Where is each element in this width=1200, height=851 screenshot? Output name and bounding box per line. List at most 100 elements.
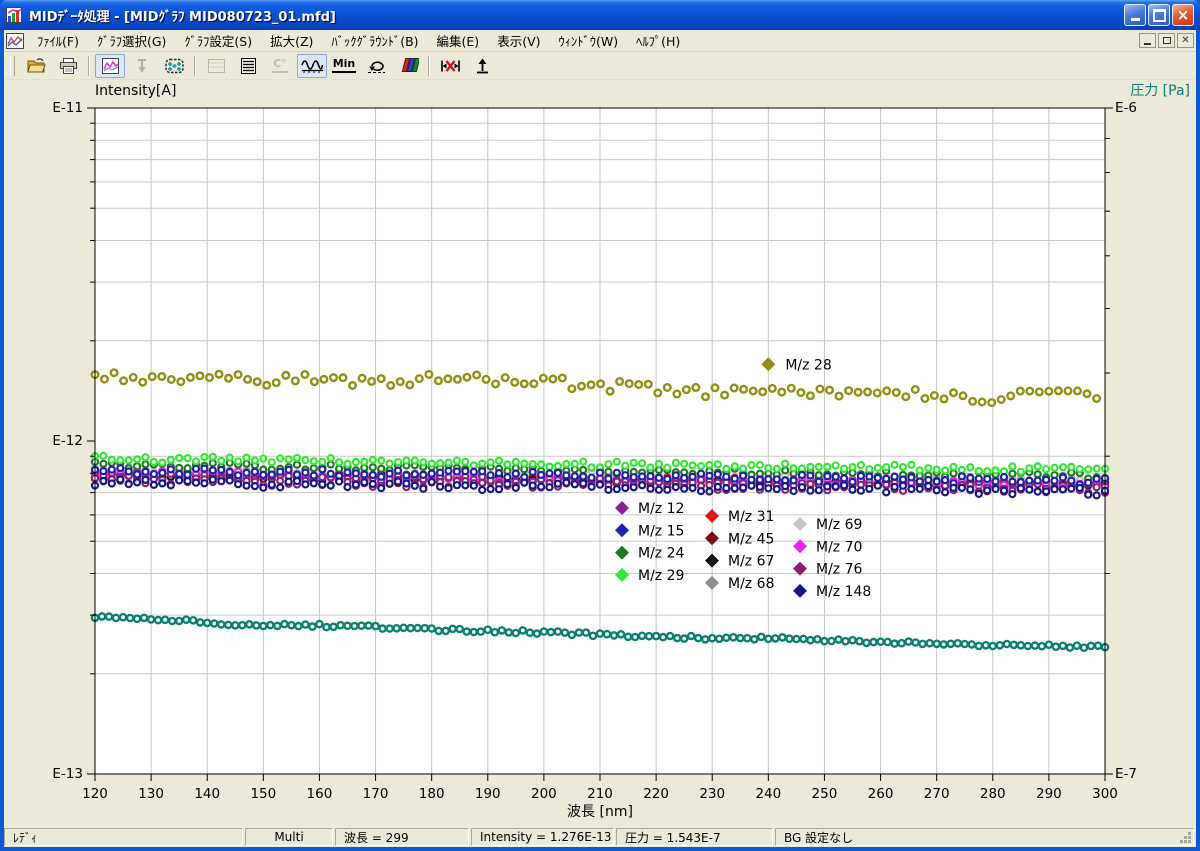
chart-client-area: E-11E-12E-13E-6E-71201301401501601701801… — [4, 80, 1196, 827]
fit-view-icon — [164, 58, 185, 74]
svg-text:M/z 148: M/z 148 — [816, 584, 871, 600]
x-tick-label: 170 — [363, 786, 389, 802]
graph-display-toggle[interactable] — [95, 54, 125, 78]
x-tick-label: 220 — [643, 786, 669, 802]
x-tick-label: 230 — [699, 786, 725, 802]
background-data-button[interactable] — [393, 54, 423, 78]
frame-toggle — [201, 54, 231, 78]
open-button[interactable] — [21, 54, 51, 78]
status-wavelength: 波長 = 299 — [335, 828, 469, 846]
status-bg-setting: BG 設定なし — [775, 828, 1194, 846]
celsius-icon: C° — [272, 58, 288, 72]
app-window: MIDﾃﾞｰﾀ処理 - [MIDｸﾞﾗﾌ MID080723_01.mfd] ×… — [0, 0, 1200, 851]
svg-text:M/z 68: M/z 68 — [728, 576, 774, 592]
background-layers-icon — [398, 57, 419, 74]
svg-text:M/z 12: M/z 12 — [638, 501, 684, 517]
status-mode: Multi — [245, 828, 333, 846]
status-ready: ﾚﾃﾞｨ — [4, 828, 243, 846]
svg-text:M/z 15: M/z 15 — [638, 523, 684, 539]
clear-scale-button[interactable] — [435, 54, 465, 78]
x-tick-label: 150 — [250, 786, 276, 802]
fit-view-button[interactable] — [159, 54, 189, 78]
menu-zoom[interactable]: 拡大(Z) — [261, 29, 322, 52]
min-scale-icon: Min — [332, 58, 357, 72]
menu-graph-select[interactable]: ｸﾞﾗﾌ選択(G) — [88, 29, 175, 52]
x-tick-label: 160 — [307, 786, 333, 802]
x-tick-label: 130 — [138, 786, 164, 802]
menu-edit[interactable]: 編集(E) — [428, 29, 489, 52]
child-minimize-icon — [1144, 43, 1151, 45]
temperature-scale-toggle: C° — [265, 54, 295, 78]
close-icon: × — [1177, 8, 1190, 23]
svg-text:M/z 76: M/z 76 — [816, 562, 863, 578]
redraw-loop-icon — [366, 57, 387, 74]
child-close-icon: ✕ — [1181, 35, 1189, 46]
child-close-button[interactable]: ✕ — [1177, 33, 1194, 48]
svg-text:M/z 28: M/z 28 — [785, 357, 831, 373]
status-pressure: 圧力 = 1.543E-7 — [616, 828, 773, 846]
y-right-tick-label: E-6 — [1115, 100, 1137, 116]
x-tick-label: 190 — [475, 786, 501, 802]
y-left-tick-label: E-12 — [52, 433, 83, 449]
redraw-button[interactable] — [361, 54, 391, 78]
resize-grip[interactable] — [1188, 840, 1191, 843]
marker-drop-icon — [133, 58, 152, 74]
maximize-button[interactable] — [1148, 4, 1170, 26]
svg-text:M/z 69: M/z 69 — [816, 517, 862, 533]
x-tick-label: 300 — [1092, 786, 1118, 802]
menu-bar: ﾌｧｲﾙ(F) ｸﾞﾗﾌ選択(G) ｸﾞﾗﾌ設定(S) 拡大(Z) ﾊﾞｯｸｸﾞ… — [4, 30, 1196, 52]
printer-icon — [59, 58, 78, 74]
x-tick-label: 260 — [868, 786, 894, 802]
app-icon — [6, 7, 23, 23]
toolbar-separator — [428, 56, 430, 76]
svg-text:M/z 70: M/z 70 — [816, 539, 862, 555]
frame-icon — [207, 58, 226, 74]
close-button[interactable]: × — [1172, 4, 1194, 26]
svg-text:M/z 24: M/z 24 — [638, 546, 685, 562]
data-list-icon — [239, 58, 258, 74]
y-right-tick-label: E-7 — [1115, 766, 1137, 782]
window-title: MIDﾃﾞｰﾀ処理 - [MIDｸﾞﾗﾌ MID080723_01.mfd] — [29, 6, 1124, 25]
x-tick-label: 270 — [924, 786, 950, 802]
x-tick-label: 120 — [82, 786, 108, 802]
up-arrow-icon — [474, 58, 491, 74]
title-bar[interactable]: MIDﾃﾞｰﾀ処理 - [MIDｸﾞﾗﾌ MID080723_01.mfd] × — [0, 0, 1200, 30]
child-restore-button[interactable] — [1158, 33, 1175, 48]
toolbar-separator — [194, 56, 196, 76]
x-tick-label: 210 — [587, 786, 613, 802]
x-axis-title: 波長 [nm] — [567, 804, 633, 820]
svg-text:M/z 45: M/z 45 — [728, 531, 774, 547]
minimize-button[interactable] — [1124, 4, 1146, 26]
marker-drop-button — [127, 54, 157, 78]
svg-text:M/z 67: M/z 67 — [728, 554, 774, 570]
toolbar: C° Min — [4, 52, 1196, 80]
status-intensity: Intensity = 1.276E-13 — [471, 828, 614, 846]
menu-background[interactable]: ﾊﾞｯｸｸﾞﾗｳﾝﾄﾞ(B) — [322, 29, 427, 52]
maximize-icon — [1153, 9, 1166, 22]
wave-scale-toggle[interactable] — [297, 54, 327, 78]
toolbar-grip[interactable] — [10, 56, 15, 76]
print-button[interactable] — [53, 54, 83, 78]
y-left-tick-label: E-11 — [52, 100, 83, 116]
mid-chart[interactable]: E-11E-12E-13E-6E-71201301401501601701801… — [4, 80, 1196, 827]
svg-text:M/z 31: M/z 31 — [728, 509, 774, 525]
data-list-toggle[interactable] — [233, 54, 263, 78]
menu-window[interactable]: ｳｨﾝﾄﾞｳ(W) — [550, 29, 628, 52]
child-minimize-button[interactable] — [1139, 33, 1156, 48]
clear-scale-icon — [440, 58, 461, 74]
document-graph-icon[interactable] — [6, 33, 24, 49]
x-tick-label: 280 — [980, 786, 1006, 802]
y-right-axis-title: 圧力 [Pa] — [1130, 83, 1190, 99]
minimize-icon — [1131, 18, 1140, 21]
toolbar-separator — [88, 56, 90, 76]
min-scale-toggle[interactable]: Min — [329, 54, 359, 78]
export-button[interactable] — [467, 54, 497, 78]
menu-file[interactable]: ﾌｧｲﾙ(F) — [28, 29, 88, 52]
menu-view[interactable]: 表示(V) — [488, 29, 549, 52]
x-tick-label: 290 — [1036, 786, 1062, 802]
x-tick-label: 200 — [531, 786, 557, 802]
menu-help[interactable]: ﾍﾙﾌﾟ(H) — [627, 29, 689, 52]
x-tick-label: 180 — [419, 786, 445, 802]
open-folder-icon — [27, 58, 46, 74]
menu-graph-settings[interactable]: ｸﾞﾗﾌ設定(S) — [175, 29, 261, 52]
